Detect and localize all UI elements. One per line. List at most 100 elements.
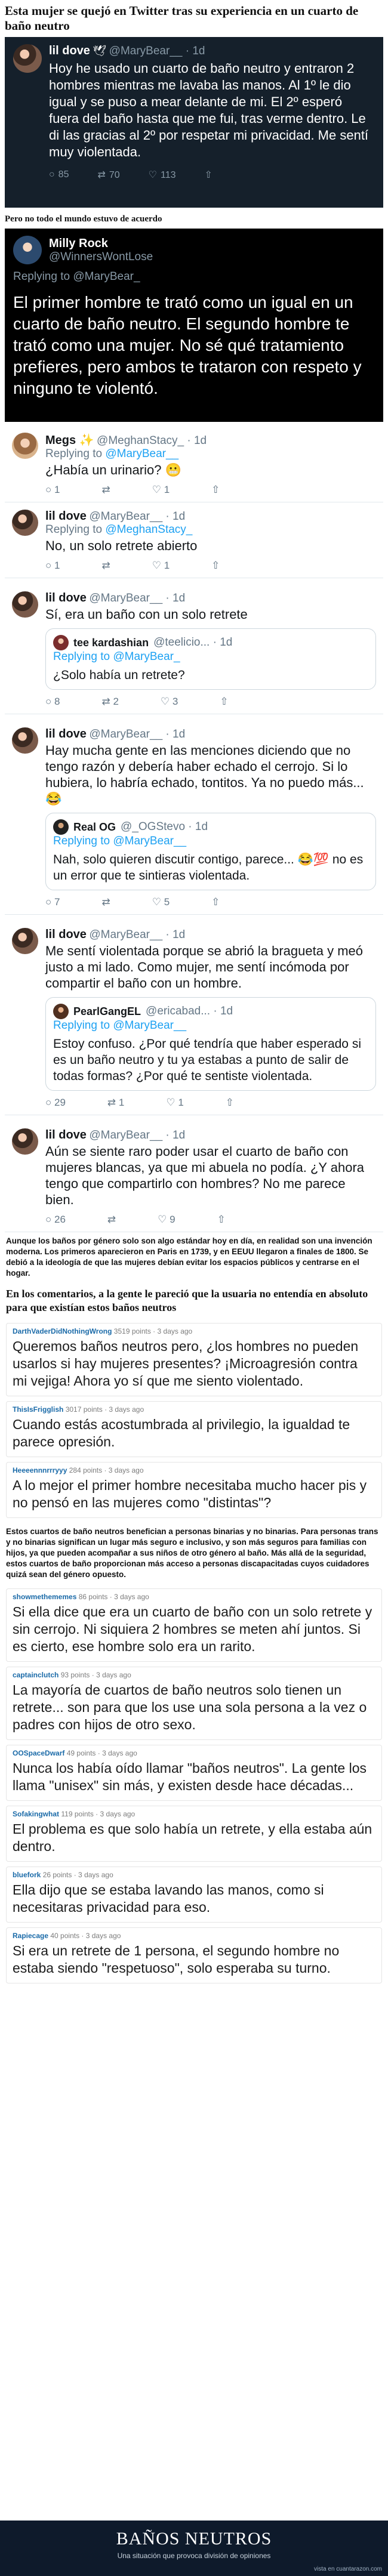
reply-button[interactable]: ○ 1 bbox=[45, 484, 60, 496]
replying-to: Replying to @MaryBear__ bbox=[53, 1019, 187, 1032]
quoted-tweet[interactable]: Real OG @_OGStevo · 1d Replying to @MaryB… bbox=[45, 813, 376, 890]
avatar[interactable] bbox=[12, 510, 38, 536]
replying-to[interactable]: Replying to @MaryBear_ bbox=[13, 270, 375, 283]
reply-button[interactable]: ○ 85 bbox=[49, 169, 69, 180]
avatar[interactable] bbox=[12, 1128, 38, 1155]
thread-tweet[interactable]: lil dove @MaryBear__ · 1d Hay mucha gent… bbox=[5, 720, 383, 915]
user-name[interactable]: lil dove bbox=[45, 928, 87, 941]
user-name[interactable]: lil dove bbox=[49, 44, 90, 57]
thread-tweet[interactable]: lil dove @MaryBear__ · 1d Sí, era un bañ… bbox=[5, 584, 383, 714]
reply-button[interactable]: ○ 7 bbox=[45, 896, 60, 908]
thread-tweet[interactable]: lil dove @MaryBear__ · 1d Aún se siente … bbox=[5, 1121, 383, 1232]
avatar[interactable] bbox=[12, 433, 38, 459]
quoted-user-handle: @ericabad... · 1d bbox=[146, 1005, 233, 1017]
dove-icon: 🕊 bbox=[93, 45, 107, 57]
reply-button[interactable]: ○ 8 bbox=[45, 696, 60, 708]
reply-button[interactable]: ○ 1 bbox=[45, 560, 60, 572]
replying-to[interactable]: Replying to @MaryBear__ bbox=[45, 448, 376, 461]
comment-user[interactable]: ThisIsFrigglish bbox=[13, 1405, 63, 1414]
retweet-button[interactable]: ⇄ bbox=[101, 896, 110, 908]
thread-tweet[interactable]: Megs ✨ @MeghanStacy_ · 1d Replying to @M… bbox=[5, 425, 383, 502]
info-note-benefits: Estos cuartos de baño neutros benefician… bbox=[6, 1527, 378, 1579]
tweet-text: El primer hombre te trató como un igual … bbox=[13, 293, 362, 397]
avatar[interactable] bbox=[12, 727, 38, 754]
retweet-button[interactable]: ⇄ bbox=[107, 1214, 116, 1226]
comment: DarthVaderDidNothingWrong 3519 points · … bbox=[6, 1323, 382, 1396]
comment-user[interactable]: OOSpaceDwarf bbox=[13, 1749, 64, 1757]
share-button[interactable]: ⇧ bbox=[211, 560, 220, 572]
caption-intro: Esta mujer se quejó en Twitter tras su e… bbox=[5, 4, 359, 33]
comment-user[interactable]: DarthVaderDidNothingWrong bbox=[13, 1327, 112, 1335]
avatar[interactable] bbox=[13, 44, 42, 73]
comment: bluefork 26 points · 3 days ago Ella dij… bbox=[6, 1867, 382, 1923]
like-button[interactable]: ♡ 1 bbox=[166, 1097, 183, 1109]
comment-meta: 93 points · 3 days ago bbox=[60, 1671, 131, 1679]
quoted-tweet[interactable]: tee kardashian @teelicio... · 1d Replying… bbox=[45, 628, 376, 690]
user-handle: @MeghanStacy_ · 1d bbox=[97, 434, 207, 447]
retweet-button[interactable]: ⇄ 1 bbox=[107, 1097, 124, 1109]
tweet-text: Me sentí violentada porque se abrió la b… bbox=[45, 943, 363, 991]
comment-user[interactable]: captainclutch bbox=[13, 1671, 58, 1679]
user-name[interactable]: lil dove bbox=[45, 510, 87, 523]
avatar[interactable] bbox=[12, 928, 38, 954]
tweet-actions: ○ 29 ⇄ 1 ♡ 1 ⇧ bbox=[45, 1097, 376, 1109]
like-button[interactable]: ♡ 1 bbox=[152, 484, 170, 496]
quoted-text: Nah, solo quieren discutir contigo, pare… bbox=[53, 853, 364, 883]
comment: OOSpaceDwarf 49 points · 3 days ago Nunc… bbox=[6, 1745, 382, 1801]
share-button[interactable]: ⇧ bbox=[226, 1097, 234, 1109]
comment-user[interactable]: Rapiecage bbox=[13, 1932, 48, 1940]
user-name[interactable]: lil dove bbox=[45, 1128, 87, 1142]
avatar bbox=[53, 635, 69, 650]
user-handle: @MaryBear__ · 1d bbox=[109, 45, 205, 57]
comments-section: DarthVaderDidNothingWrong 3519 points · … bbox=[0, 1323, 388, 1518]
tweet-original[interactable]: lil dove 🕊 @MaryBear__ · 1d Hoy he usado… bbox=[5, 37, 383, 208]
comment-user[interactable]: Sofakingwhat bbox=[13, 1810, 59, 1818]
reply-button[interactable]: ○ 26 bbox=[45, 1214, 66, 1226]
comment-meta: 86 points · 3 days ago bbox=[78, 1593, 149, 1601]
like-button[interactable]: ♡ 1 bbox=[152, 560, 170, 572]
user-name[interactable]: lil dove bbox=[45, 727, 87, 741]
quoted-user-handle: @_OGStevo · 1d bbox=[121, 820, 208, 833]
like-button[interactable]: ♡ 113 bbox=[149, 169, 176, 181]
user-name[interactable]: Milly Rock bbox=[49, 237, 375, 251]
footer-source[interactable]: vista en cuantarazon.com bbox=[314, 2566, 382, 2572]
share-button[interactable]: ⇧ bbox=[211, 896, 220, 908]
comment-user[interactable]: Heeeennnrrryyy bbox=[13, 1466, 67, 1474]
footer-title: BAÑOS NEUTROS bbox=[116, 2529, 272, 2549]
share-button[interactable]: ⇧ bbox=[205, 169, 216, 181]
avatar[interactable] bbox=[12, 591, 38, 618]
quoted-tweet[interactable]: PearlGangEL @ericabad... · 1d Replying to… bbox=[45, 997, 376, 1091]
retweet-button[interactable]: ⇄ 70 bbox=[97, 169, 119, 181]
like-button[interactable]: ♡ 9 bbox=[158, 1214, 175, 1226]
retweet-button[interactable]: ⇄ 2 bbox=[101, 696, 118, 708]
quoted-text: ¿Solo había un retrete? bbox=[53, 668, 185, 682]
comment-user[interactable]: showmethememes bbox=[13, 1593, 76, 1601]
comment: ThisIsFrigglish 3017 points · 3 days ago… bbox=[6, 1401, 382, 1457]
tweet-actions: ○ 7 ⇄ ♡ 5 ⇧ bbox=[45, 896, 376, 908]
quoted-user-name: Real OG bbox=[73, 820, 116, 833]
quoted-user-name: PearlGangEL bbox=[73, 1005, 141, 1017]
comment-user[interactable]: bluefork bbox=[13, 1871, 41, 1879]
comment: showmethememes 86 points · 3 days ago Si… bbox=[6, 1588, 382, 1662]
tweet-milly[interactable]: Milly Rock @WinnersWontLose Replying to … bbox=[5, 229, 383, 422]
user-name[interactable]: lil dove bbox=[45, 591, 87, 604]
share-button[interactable]: ⇧ bbox=[220, 696, 228, 708]
comment-meta: 26 points · 3 days ago bbox=[42, 1871, 113, 1879]
replying-to[interactable]: Replying to @MeghanStacy_ bbox=[45, 523, 376, 536]
avatar[interactable] bbox=[13, 236, 42, 264]
like-button[interactable]: ♡ 5 bbox=[152, 896, 170, 908]
retweet-button[interactable]: ⇄ bbox=[101, 560, 110, 572]
share-button[interactable]: ⇧ bbox=[211, 484, 220, 496]
comment-meta: 284 points · 3 days ago bbox=[69, 1466, 144, 1474]
thread-tweet[interactable]: lil dove @MaryBear__ · 1d Me sentí viole… bbox=[5, 921, 383, 1115]
like-button[interactable]: ♡ 3 bbox=[161, 696, 178, 708]
comment-meta: 49 points · 3 days ago bbox=[66, 1749, 137, 1757]
reply-button[interactable]: ○ 29 bbox=[45, 1097, 66, 1109]
thread-tweet[interactable]: lil dove @MaryBear__ · 1d Replying to @M… bbox=[5, 502, 383, 578]
user-handle: @MaryBear__ · 1d bbox=[89, 510, 186, 523]
comment-meta: 40 points · 3 days ago bbox=[50, 1932, 121, 1940]
user-name[interactable]: Megs ✨ bbox=[45, 434, 94, 447]
retweet-button[interactable]: ⇄ bbox=[101, 484, 110, 496]
share-button[interactable]: ⇧ bbox=[217, 1214, 226, 1226]
tweet-actions: ○ 85 ⇄ 70 ♡ 113 ⇧ bbox=[49, 169, 375, 181]
